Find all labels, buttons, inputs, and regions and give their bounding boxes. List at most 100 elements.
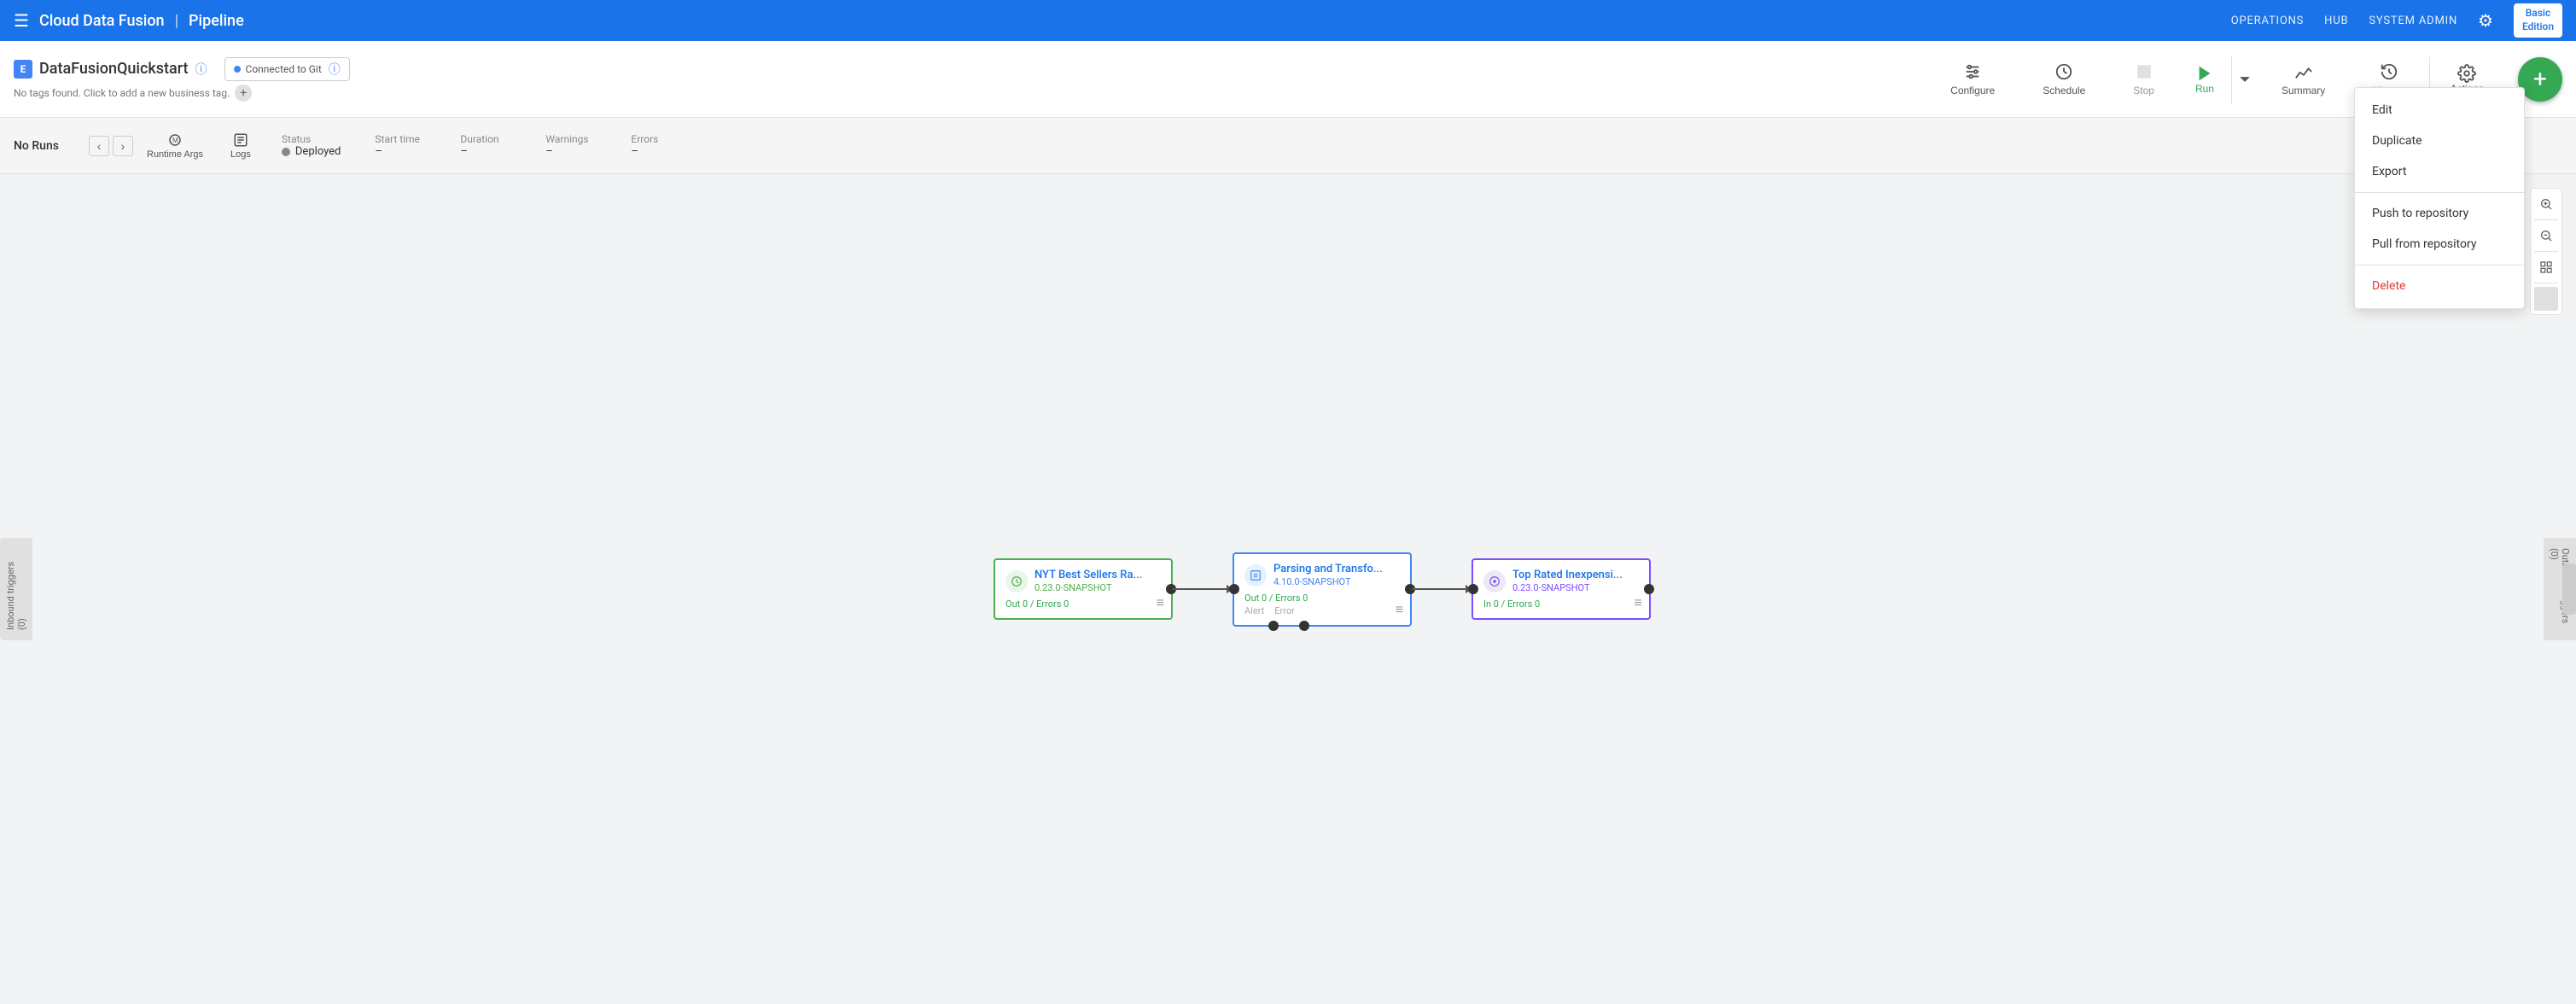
warnings-col-value: – bbox=[545, 145, 597, 158]
run-prev-button[interactable]: ‹ bbox=[89, 136, 109, 156]
stop-button[interactable]: Stop bbox=[2109, 55, 2178, 103]
zoom-out-icon bbox=[2539, 229, 2553, 242]
transform-node-header: Parsing and Transfo... 4.10.0-SNAPSHOT bbox=[1244, 563, 1400, 587]
dropdown-divider-2 bbox=[2355, 265, 2524, 266]
edit-menu-item[interactable]: Edit bbox=[2355, 95, 2524, 125]
sink-node-header: Top Rated Inexpensi... 0.23.0-SNAPSHOT bbox=[1483, 569, 1639, 593]
run-button[interactable]: Run bbox=[2178, 57, 2231, 102]
summary-label: Summary bbox=[2282, 85, 2325, 96]
zoom-divider-2 bbox=[2534, 251, 2558, 252]
pipeline-info-icon[interactable]: ⓘ bbox=[195, 61, 207, 78]
stop-icon bbox=[2135, 62, 2153, 81]
pipeline-canvas: NYT Best Sellers Ra... 0.23.0-SNAPSHOT O… bbox=[0, 174, 2576, 1004]
transform-node-icon bbox=[1244, 564, 1267, 587]
runtime-args-icon: M bbox=[167, 132, 183, 148]
schedule-label: Schedule bbox=[2043, 85, 2085, 96]
logs-icon bbox=[233, 132, 248, 148]
chevron-down-icon bbox=[2239, 73, 2251, 85]
export-menu-item[interactable]: Export bbox=[2355, 156, 2524, 187]
duration-col-value: – bbox=[460, 145, 511, 158]
source-node[interactable]: NYT Best Sellers Ra... 0.23.0-SNAPSHOT O… bbox=[994, 558, 1173, 620]
sink-node-metrics: In 0 / Errors 0 bbox=[1483, 598, 1639, 610]
settings-icon[interactable]: ⚙ bbox=[2478, 10, 2493, 31]
transform-bottom-port-2 bbox=[1299, 621, 1309, 631]
status-col-value: Deployed bbox=[282, 145, 341, 158]
git-connected-badge[interactable]: Connected to Git ⓘ bbox=[224, 57, 350, 81]
nav-system-admin[interactable]: SYSTEM ADMIN bbox=[2369, 15, 2457, 27]
source-node-metrics: Out 0 / Errors 0 bbox=[1005, 598, 1161, 610]
run-navigation: ‹ › bbox=[89, 136, 133, 156]
zoom-in-button[interactable] bbox=[2534, 192, 2558, 216]
pipeline-name: DataFusionQuickstart bbox=[39, 60, 189, 78]
sink-node-title: Top Rated Inexpensi... bbox=[1512, 569, 1623, 581]
transform-node-metrics: Out 0 / Errors 0 bbox=[1244, 592, 1400, 604]
git-status-dot bbox=[234, 66, 241, 73]
pull-from-repo-menu-item[interactable]: Pull from repository bbox=[2355, 229, 2524, 260]
actions-gear-icon bbox=[2457, 64, 2476, 83]
vertical-scrollbar[interactable] bbox=[2562, 563, 2576, 615]
pipeline-header: E DataFusionQuickstart ⓘ Connected to Gi… bbox=[0, 41, 2576, 118]
run-play-icon bbox=[2195, 64, 2214, 83]
status-dot bbox=[282, 148, 290, 156]
nav-hub[interactable]: HUB bbox=[2324, 15, 2348, 27]
sink-node-wrapper: Top Rated Inexpensi... 0.23.0-SNAPSHOT I… bbox=[1472, 558, 1651, 620]
delete-menu-item[interactable]: Delete bbox=[2355, 271, 2524, 301]
source-node-version: 0.23.0-SNAPSHOT bbox=[1034, 582, 1142, 593]
git-badge-label: Connected to Git bbox=[246, 63, 322, 75]
source-node-wrapper: NYT Best Sellers Ra... 0.23.0-SNAPSHOT O… bbox=[994, 558, 1173, 620]
zoom-controls bbox=[2530, 188, 2562, 315]
mini-map-button[interactable] bbox=[2534, 287, 2558, 311]
git-info-icon[interactable]: ⓘ bbox=[329, 61, 341, 78]
duplicate-menu-item[interactable]: Duplicate bbox=[2355, 125, 2524, 156]
fit-view-button[interactable] bbox=[2534, 255, 2558, 279]
dropdown-divider bbox=[2355, 192, 2524, 193]
sink-node-input-port bbox=[1468, 584, 1478, 594]
source-node-header: NYT Best Sellers Ra... 0.23.0-SNAPSHOT bbox=[1005, 569, 1161, 593]
connector-source-to-transform bbox=[1173, 588, 1233, 590]
transform-node[interactable]: Parsing and Transfo... 4.10.0-SNAPSHOT O… bbox=[1233, 552, 1412, 627]
actions-dropdown-menu: Edit Duplicate Export Push to repository… bbox=[2354, 87, 2525, 309]
run-label: Run bbox=[2195, 83, 2214, 95]
configure-button[interactable]: Configure bbox=[1926, 55, 2019, 103]
sink-node[interactable]: Top Rated Inexpensi... 0.23.0-SNAPSHOT I… bbox=[1472, 558, 1651, 620]
stop-label: Stop bbox=[2133, 85, 2154, 96]
history-icon bbox=[2380, 62, 2398, 81]
run-status-bar: No Runs ‹ › M Runtime Args Logs Status D… bbox=[0, 118, 2576, 174]
connector-transform-to-sink bbox=[1412, 588, 1472, 590]
source-node-icon bbox=[1005, 570, 1028, 592]
transform-alert-label: Alert bbox=[1244, 605, 1264, 616]
pipeline-tags: No tags found. Click to add a new busine… bbox=[14, 85, 350, 102]
summary-button[interactable]: Summary bbox=[2258, 55, 2349, 103]
schedule-button[interactable]: Schedule bbox=[2019, 55, 2109, 103]
add-tag-button[interactable]: + bbox=[235, 85, 252, 102]
zoom-out-button[interactable] bbox=[2534, 224, 2558, 248]
logs-label: Logs bbox=[230, 149, 251, 160]
run-next-button[interactable]: › bbox=[113, 136, 133, 156]
transform-node-menu-icon[interactable]: ≡ bbox=[1396, 601, 1403, 618]
source-node-title: NYT Best Sellers Ra... bbox=[1034, 569, 1142, 581]
source-node-menu-icon[interactable]: ≡ bbox=[1157, 594, 1164, 611]
transform-node-version: 4.10.0-SNAPSHOT bbox=[1273, 576, 1383, 587]
sink-node-output-port bbox=[1644, 584, 1654, 594]
status-col-label: Status bbox=[282, 133, 341, 145]
transform-node-input-port bbox=[1229, 584, 1239, 594]
runtime-args-button[interactable]: M Runtime Args bbox=[133, 129, 217, 163]
duration-column: Duration – bbox=[443, 133, 528, 158]
sink-node-version: 0.23.0-SNAPSHOT bbox=[1512, 582, 1623, 593]
transform-error-label: Error bbox=[1274, 605, 1295, 616]
duration-col-label: Duration bbox=[460, 133, 511, 145]
errors-column: Errors – bbox=[614, 133, 699, 158]
push-to-repo-menu-item[interactable]: Push to repository bbox=[2355, 198, 2524, 229]
nav-operations[interactable]: OPERATIONS bbox=[2231, 15, 2304, 27]
hamburger-menu-icon[interactable]: ☰ bbox=[14, 10, 29, 31]
svg-text:M: M bbox=[172, 137, 178, 144]
sink-node-menu-icon[interactable]: ≡ bbox=[1635, 594, 1642, 611]
runtime-args-label: Runtime Args bbox=[147, 149, 203, 160]
app-name: Cloud Data Fusion bbox=[39, 12, 165, 30]
run-dropdown-button[interactable] bbox=[2231, 55, 2258, 103]
tags-placeholder-text: No tags found. Click to add a new busine… bbox=[14, 87, 230, 99]
logs-button[interactable]: Logs bbox=[217, 129, 265, 163]
edition-badge: Basic Edition bbox=[2514, 3, 2562, 37]
top-navigation: ☰ Cloud Data Fusion | Pipeline OPERATION… bbox=[0, 0, 2576, 41]
no-runs-label: No Runs bbox=[14, 139, 82, 153]
